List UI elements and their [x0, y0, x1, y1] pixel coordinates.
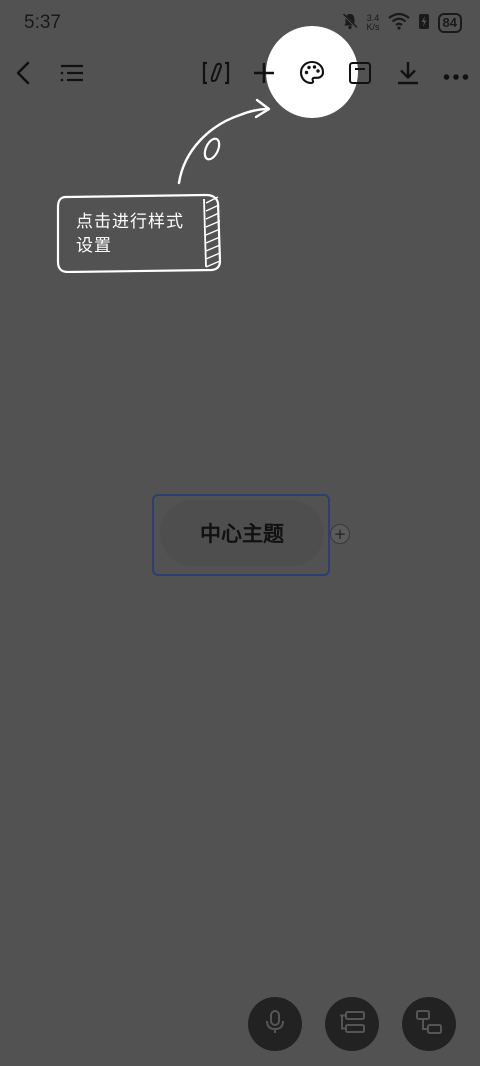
- status-indicators: 3.4 K/s 84: [341, 10, 462, 36]
- layout-icon: [338, 1010, 366, 1038]
- format-brush-icon: [201, 60, 231, 90]
- back-icon: [13, 60, 35, 90]
- outline-icon: [59, 62, 85, 88]
- tip-arrow-icon: [177, 98, 271, 185]
- tip-text: 点击进行样式 设置: [76, 212, 184, 256]
- central-topic-node[interactable]: 中心主题: [160, 500, 324, 566]
- format-brush-button[interactable]: [194, 50, 238, 100]
- microphone-icon: [264, 1009, 286, 1039]
- save-icon: [348, 61, 372, 89]
- layout-button[interactable]: [325, 997, 379, 1051]
- status-bar: 5:37 3.4 K/s 84: [0, 0, 480, 46]
- add-icon: [252, 61, 276, 89]
- back-button[interactable]: [2, 50, 46, 100]
- palette-icon: [299, 60, 325, 90]
- style-palette-button[interactable]: [290, 50, 334, 100]
- download-button[interactable]: [386, 50, 430, 100]
- structure-icon: [415, 1009, 443, 1039]
- wifi-icon: [387, 12, 410, 34]
- download-icon: [396, 60, 420, 90]
- more-options-button[interactable]: [434, 50, 478, 100]
- outline-button[interactable]: [50, 50, 94, 100]
- network-speed: 3.4 K/s: [366, 13, 380, 32]
- structure-button[interactable]: [402, 997, 456, 1051]
- save-button[interactable]: [338, 50, 382, 100]
- voice-input-button[interactable]: [248, 997, 302, 1051]
- add-node-button[interactable]: [242, 50, 286, 100]
- mute-bell-icon: [341, 12, 359, 34]
- more-icon: [443, 66, 469, 85]
- add-subtopic-button[interactable]: +: [330, 524, 350, 544]
- top-toolbar: [0, 50, 480, 100]
- status-time: 5:37: [24, 12, 61, 33]
- charging-icon: [418, 12, 430, 34]
- battery-level: 84: [437, 13, 462, 33]
